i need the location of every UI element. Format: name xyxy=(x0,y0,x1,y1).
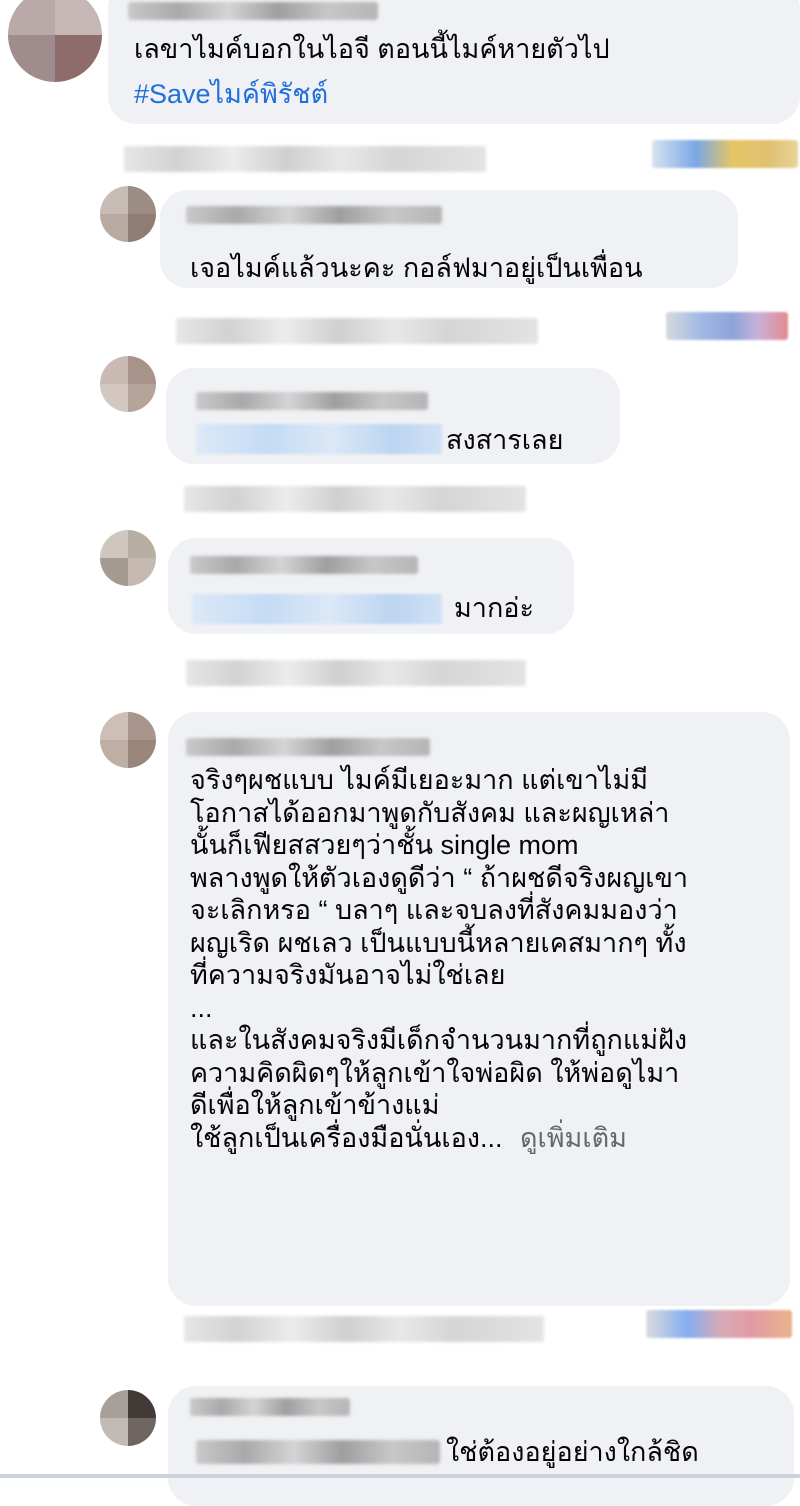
hashtag-link[interactable]: #Saveไมค์พิรัชต์ xyxy=(134,78,328,111)
comment-text: ใช่ต้องอยู่อย่างใกล้ชิด xyxy=(446,1437,699,1467)
screen-bottom-border xyxy=(0,1474,800,1478)
comment-line: ดีเพื่อให้ลูกเข้าข้างแม่ xyxy=(190,1090,440,1120)
comment-line: ความคิดผิดๆให้ลูกเข้าใจพ่อผิด ให้พ่อดูไม… xyxy=(190,1057,680,1088)
mentioned-user-tag[interactable] xyxy=(196,424,442,454)
commenter-avatar[interactable] xyxy=(100,712,156,768)
mentioned-user-tag[interactable] xyxy=(192,594,442,624)
comment-line: จริงๆผชแบบ ไมค์มีเยอะมาก แต่เขาไม่มี xyxy=(190,765,649,795)
comment-text: มากอ่ะ xyxy=(454,593,535,623)
see-more-link[interactable]: ดูเพิ่มเติม xyxy=(520,1123,627,1153)
commenter-name[interactable] xyxy=(128,2,378,20)
commenter-name[interactable] xyxy=(190,556,418,574)
comment-line: และในสังคมจริงมีเด็กจำนวนมากที่ถูกแม่ฝัง xyxy=(190,1025,688,1055)
comment-actions[interactable] xyxy=(184,1316,544,1342)
commenter-name[interactable] xyxy=(190,1398,350,1416)
comment-text: เลขาไมค์บอกในไอจี ตอนนี้ไมค์หายตัวไป xyxy=(134,34,610,64)
commenter-avatar[interactable] xyxy=(8,0,102,82)
comment-text: จริงๆผชแบบ ไมค์มีเยอะมาก แต่เขาไม่มี โอก… xyxy=(190,764,688,1154)
comment-line: นั้นก็เฟียสสวยๆว่าชั้น single mom xyxy=(190,830,579,860)
reaction-summary[interactable] xyxy=(652,140,798,168)
commenter-name[interactable] xyxy=(196,392,428,410)
commenter-avatar[interactable] xyxy=(100,356,156,412)
comment-actions[interactable] xyxy=(176,318,538,344)
comment-actions[interactable] xyxy=(184,486,526,512)
comment-line: ใช้ลูกเป็นเครื่องมือนั่นเอง... xyxy=(190,1122,503,1153)
commenter-avatar[interactable] xyxy=(100,186,156,242)
comment-actions[interactable] xyxy=(124,146,486,172)
commenter-name[interactable] xyxy=(186,738,430,756)
mentioned-user-tag[interactable] xyxy=(196,1440,440,1464)
comment-line: จะเลิกหรอ “ บลาๆ และจบลงที่สังคมมองว่า xyxy=(190,895,678,925)
commenter-name[interactable] xyxy=(186,206,442,224)
comment-line: ผญเริด ผชเลว เป็นแบบนี้หลายเคสมากๆ ทั้ง xyxy=(190,927,687,958)
comment-line: ... xyxy=(190,992,213,1023)
comment-actions[interactable] xyxy=(186,660,526,686)
comment-text: เจอไมค์แล้วนะคะ กอล์ฟมาอยู่เป็นเพื่อน xyxy=(190,253,643,283)
comment-line: โอกาสได้ออกมาพูดกับสังคม และผญเหล่า xyxy=(190,797,670,828)
reaction-summary[interactable] xyxy=(666,312,788,340)
reaction-summary[interactable] xyxy=(646,1310,792,1338)
comment-text: สงสารเลย xyxy=(446,425,564,455)
commenter-avatar[interactable] xyxy=(100,1390,156,1446)
comment-line: ที่ความจริงมันอาจไม่ใช่เลย xyxy=(190,960,506,990)
comment-line: พลางพูดให้ตัวเองดูดีว่า “ ถ้าผชดีจริงผญเ… xyxy=(190,862,689,893)
commenter-avatar[interactable] xyxy=(100,530,156,586)
